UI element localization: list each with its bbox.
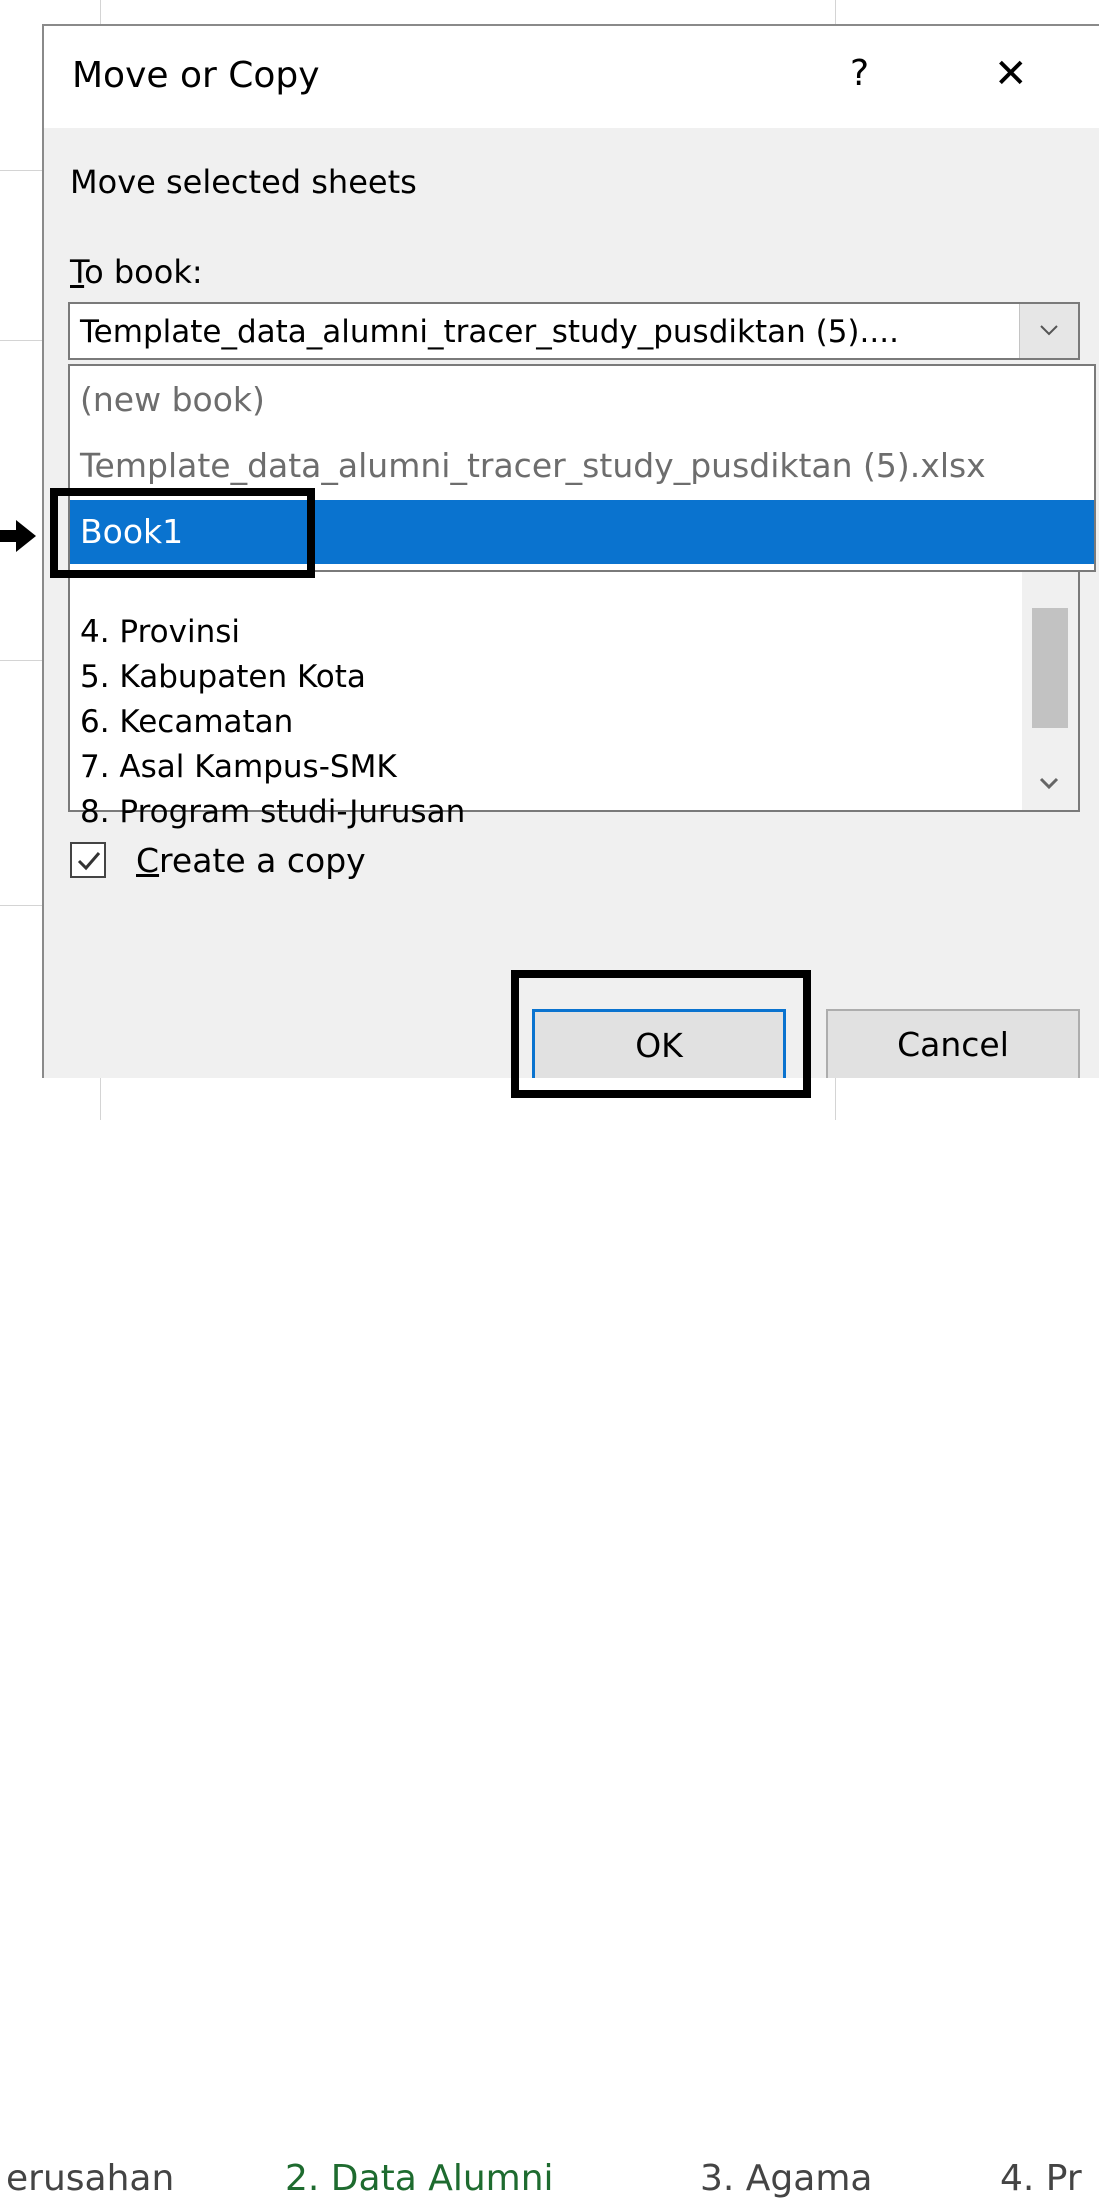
operation-label: Move selected sheets (70, 163, 417, 201)
dialog-title: Move or Copy (72, 55, 320, 96)
highlight-box-book1 (50, 488, 315, 578)
list-item[interactable]: 6. Kecamatan (80, 700, 293, 744)
grid-line (0, 660, 44, 661)
cancel-button[interactable]: Cancel (826, 1009, 1080, 1078)
sheet-tab[interactable]: 2. Data Alumni (285, 2160, 605, 2198)
grid-line (0, 905, 44, 906)
to-book-combobox[interactable]: Template_data_alumni_tracer_study_pusdik… (68, 302, 1080, 360)
help-button[interactable]: ? (850, 52, 869, 96)
highlight-box-ok (511, 970, 811, 1098)
list-item[interactable]: 7. Asal Kampus-SMK (80, 745, 397, 789)
check-icon (77, 852, 101, 871)
sheet-tab[interactable]: 3. Agama (700, 2160, 920, 2198)
list-item[interactable]: 5. Kabupaten Kota (80, 655, 366, 699)
to-book-value: Template_data_alumni_tracer_study_pusdik… (80, 314, 899, 350)
create-copy-label[interactable]: Create a copy (136, 841, 366, 881)
sheet-tab[interactable]: erusahan (6, 2160, 206, 2198)
list-item[interactable]: 4. Provinsi (80, 610, 240, 654)
grid-line (0, 340, 44, 341)
sheet-tab[interactable]: 4. Pr (1000, 2160, 1099, 2198)
to-book-accesskey: T (70, 253, 85, 291)
create-copy-checkbox[interactable] (70, 842, 106, 878)
create-copy-label-text: reate a copy (159, 841, 366, 880)
chevron-down-icon (1038, 314, 1060, 350)
dropdown-button[interactable] (1019, 304, 1078, 358)
to-book-label: To book: (70, 252, 203, 292)
close-button[interactable]: ✕ (994, 52, 1028, 96)
dialog-titlebar: Move or Copy ? ✕ (44, 26, 1099, 128)
arrow-right-icon (0, 520, 36, 552)
to-book-label-text: o book: (84, 253, 203, 291)
create-copy-accesskey: C (136, 841, 160, 880)
scrollbar-thumb[interactable] (1032, 608, 1068, 728)
grid-line (0, 170, 44, 171)
dropdown-option[interactable]: (new book) (70, 368, 1094, 432)
list-item[interactable]: 8. Program studi-Jurusan (80, 790, 465, 834)
scroll-down-icon[interactable] (1038, 774, 1060, 800)
